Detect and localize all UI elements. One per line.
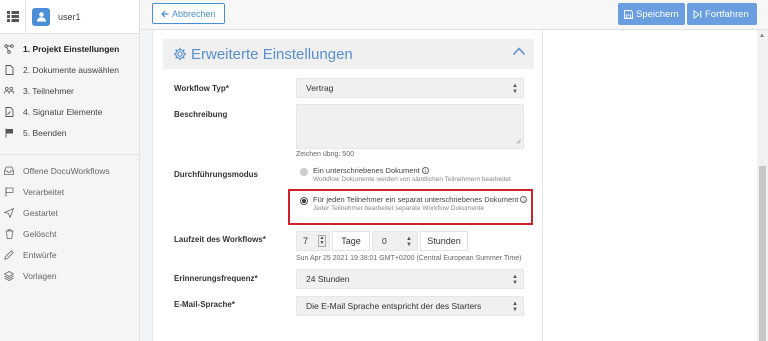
trash-icon: [4, 228, 14, 239]
nav-label: Offene DocuWorkflows: [23, 165, 110, 176]
nav-gestartet[interactable]: Gestartet: [0, 202, 139, 223]
scroll-thumb[interactable]: [759, 166, 766, 341]
nav-label: Entwürfe: [23, 249, 57, 260]
nav-entwuerfe[interactable]: Entwürfe: [0, 244, 139, 265]
continue-label: Fortfahren: [705, 8, 749, 20]
step-label: 5. Beenden: [23, 127, 67, 138]
nav-label: Gestartet: [23, 207, 58, 218]
highlight-box: [288, 189, 533, 225]
settings-panel: Erweiterte Einstellungen Workflow Typ* V…: [152, 30, 543, 341]
reminder-label: Erinnerungsfrequenz*: [174, 274, 258, 283]
info-icon[interactable]: i: [421, 167, 429, 174]
email-language-label: E-Mail-Sprache*: [174, 300, 235, 309]
people-icon: [4, 86, 14, 96]
gear-icon: [173, 47, 187, 61]
resize-handle-icon[interactable]: [516, 136, 521, 146]
mode-option-single-sub: Workflow Dokumente werden von sämtlichen…: [313, 175, 511, 183]
flag-icon: [4, 128, 14, 138]
end-date-hint: Sun Apr 25 2021 19:38:01 GMT+0200 (Centr…: [296, 255, 522, 262]
scrollbar[interactable]: ▲: [757, 30, 768, 341]
stack-icon: [4, 270, 14, 281]
workflow-type-label: Workflow Typ*: [174, 84, 229, 93]
mode-option-single-text: Ein unterschriebenes Dokument: [313, 166, 420, 175]
step-label: 3. Teilnehmer: [23, 85, 74, 96]
days-unit-text: Tage: [341, 236, 361, 246]
days-value: 7: [303, 236, 309, 246]
nav-geloescht[interactable]: Gelöscht: [0, 223, 139, 244]
scroll-up-icon[interactable]: ▲: [759, 33, 765, 39]
execution-mode-label: Durchführungsmodus: [174, 170, 258, 179]
grid-menu-icon[interactable]: [0, 0, 26, 34]
nav-label: Verarbeitet: [23, 186, 65, 197]
step-projekt-einstellungen[interactable]: 1. Projekt Einstellungen: [0, 38, 139, 59]
send-icon: [4, 207, 14, 218]
step-teilnehmer[interactable]: 3. Teilnehmer: [0, 80, 139, 101]
step-beenden[interactable]: 5. Beenden: [0, 122, 139, 143]
sort-caret-icon: ▲ ▼: [512, 301, 518, 313]
section-header[interactable]: Erweiterte Einstellungen: [163, 39, 534, 69]
save-button[interactable]: Speichern: [618, 3, 685, 25]
top-toolbar: Abbrechen Speichern Fortfahren: [140, 0, 768, 30]
chevron-up-icon[interactable]: [512, 46, 526, 58]
hours-select[interactable]: 0 ▲ ▼: [372, 231, 418, 251]
save-icon: [624, 9, 633, 19]
sort-caret-icon: ▲ ▼: [406, 236, 412, 248]
nav-verarbeitet[interactable]: Verarbeitet: [0, 181, 139, 202]
char-count-hint: Zeichen übrig: 500: [296, 151, 354, 158]
step-label: 2. Dokumente auswählen: [23, 64, 119, 75]
save-label: Speichern: [636, 8, 679, 20]
flag-icon: [4, 187, 14, 197]
spinner-icon[interactable]: ▲ ▼: [318, 235, 326, 247]
hours-unit: Stunden: [420, 231, 468, 251]
workflow-type-value: Vertrag: [306, 83, 334, 93]
continue-button[interactable]: Fortfahren: [687, 3, 757, 25]
sort-caret-icon: ▲ ▼: [512, 83, 518, 95]
inbox-icon: [4, 166, 14, 176]
cancel-label: Abbrechen: [172, 8, 216, 19]
section-title: Erweiterte Einstellungen: [191, 45, 353, 63]
step-dokumente-auswaehlen[interactable]: 2. Dokumente auswählen: [0, 59, 139, 80]
arrow-left-icon: [161, 10, 169, 18]
nav-vorlagen[interactable]: Vorlagen: [0, 265, 139, 286]
workflow-type-select[interactable]: Vertrag ▲ ▼: [296, 78, 524, 98]
hours-unit-text: Stunden: [427, 236, 461, 246]
nav-label: Vorlagen: [23, 270, 57, 281]
days-unit: Tage: [332, 231, 370, 251]
hours-value: 0: [382, 236, 387, 246]
flow-icon: [4, 43, 14, 54]
sidebar: user1 1. Projekt Einstellungen 2. Dokume…: [0, 0, 140, 341]
step-signatur-elemente[interactable]: 4. Signatur Elemente: [0, 101, 139, 122]
step-label: 1. Projekt Einstellungen: [23, 43, 120, 54]
description-label: Beschreibung: [174, 110, 228, 119]
mode-option-single[interactable]: Ein unterschriebenes Dokument i Workflow …: [300, 166, 538, 184]
step-label: 4. Signatur Elemente: [23, 106, 103, 117]
signature-doc-icon: [4, 106, 14, 117]
document-icon: [4, 64, 14, 75]
sidebar-divider: [0, 143, 139, 155]
user-name[interactable]: user1: [58, 12, 81, 22]
sidebar-header: user1: [0, 0, 139, 34]
cancel-button[interactable]: Abbrechen: [152, 3, 225, 24]
nav-label: Gelöscht: [23, 228, 57, 239]
avatar[interactable]: [32, 7, 50, 26]
step-forward-icon: [693, 9, 702, 19]
nav-offene-docuworkflows[interactable]: Offene DocuWorkflows: [0, 160, 139, 181]
right-pane: [543, 30, 768, 341]
email-language-value: Die E-Mail Sprache entspricht der des St…: [306, 301, 482, 311]
days-input[interactable]: 7 ▲ ▼: [296, 231, 330, 251]
radio-button[interactable]: [300, 168, 308, 176]
sort-caret-icon: ▲ ▼: [512, 274, 518, 286]
reminder-value: 24 Stunden: [306, 274, 350, 284]
email-language-select[interactable]: Die E-Mail Sprache entspricht der des St…: [296, 296, 524, 316]
reminder-select[interactable]: 24 Stunden ▲ ▼: [296, 269, 524, 289]
pencil-icon: [4, 249, 14, 260]
description-textarea[interactable]: [296, 104, 524, 149]
duration-label: Laufzeit des Workflows*: [174, 235, 266, 244]
